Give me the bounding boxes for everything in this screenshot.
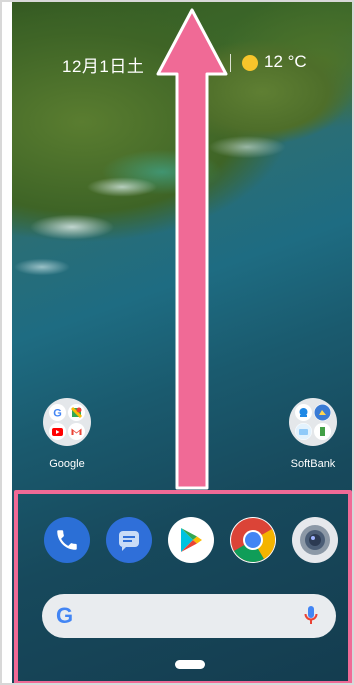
google-folder-label: Google bbox=[49, 458, 85, 470]
play-store-app-icon[interactable] bbox=[168, 517, 214, 563]
maps-mini-icon bbox=[68, 404, 85, 421]
softbank-folder-label: SoftBank bbox=[290, 458, 336, 470]
camera-app-icon[interactable] bbox=[292, 517, 338, 563]
chrome-app-icon[interactable] bbox=[230, 517, 276, 563]
softbank-app-mini-icon bbox=[295, 404, 312, 421]
phone-screen: 12月1日土 12 °C G Google SoftBank G bbox=[0, 0, 354, 685]
google-logo-icon: G bbox=[56, 603, 74, 628]
google-app-mini-icon: G bbox=[49, 404, 66, 421]
softbank-folder[interactable]: SoftBank bbox=[278, 398, 348, 470]
mic-icon[interactable] bbox=[304, 605, 318, 632]
svg-text:G: G bbox=[53, 408, 62, 420]
temperature-text[interactable]: 12 °C bbox=[264, 52, 307, 72]
google-folder[interactable]: G Google bbox=[32, 398, 102, 470]
widget-divider bbox=[230, 54, 231, 72]
google-folder-icon[interactable]: G bbox=[43, 398, 91, 446]
softbank-app-mini-icon-3 bbox=[295, 423, 312, 440]
sun-icon[interactable] bbox=[242, 55, 258, 71]
at-a-glance-widget[interactable]: 12月1日土 12 °C bbox=[2, 50, 352, 77]
gmail-mini-icon bbox=[68, 423, 85, 440]
messages-app-icon[interactable] bbox=[106, 517, 152, 563]
date-text[interactable]: 12月1日土 bbox=[62, 52, 144, 77]
youtube-mini-icon bbox=[49, 423, 66, 440]
softbank-folder-icon[interactable] bbox=[289, 398, 337, 446]
phone-app-icon[interactable] bbox=[44, 517, 90, 563]
home-gesture-pill[interactable] bbox=[175, 660, 205, 669]
google-search-bar[interactable]: G bbox=[42, 594, 336, 638]
softbank-app-mini-icon-4 bbox=[314, 423, 331, 440]
softbank-app-mini-icon-2 bbox=[314, 404, 331, 421]
wallpaper-surf bbox=[12, 132, 352, 292]
